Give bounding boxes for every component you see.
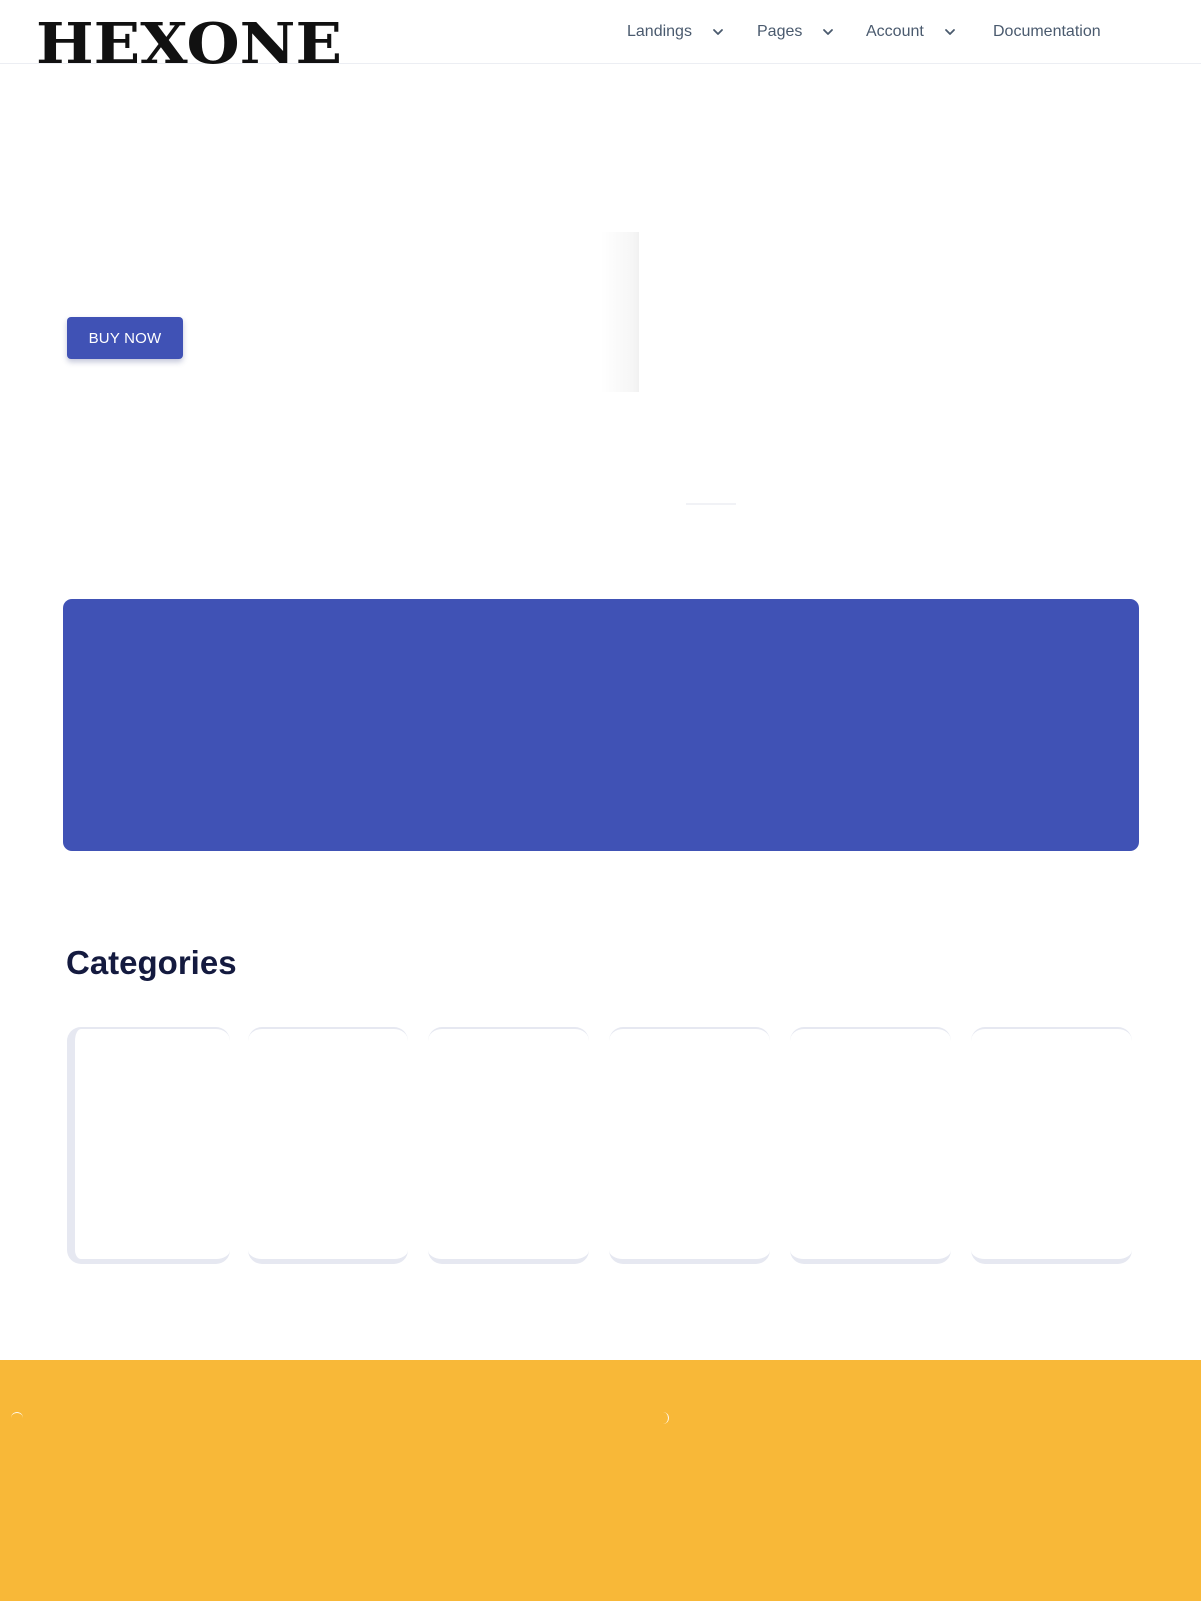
carousel-indicator[interactable] (686, 503, 736, 505)
category-card[interactable] (428, 1027, 589, 1264)
nav-documentation[interactable]: Documentation (993, 0, 1101, 64)
hero-image-shadow (600, 232, 640, 392)
buy-now-button[interactable]: BUY NOW (67, 317, 183, 359)
site-header: HEXONE Landings Pages Account Documentat… (0, 0, 1201, 68)
nav-pages[interactable]: Pages (757, 0, 834, 64)
category-card[interactable] (790, 1027, 951, 1264)
nav-documentation-label: Documentation (993, 23, 1101, 40)
chevron-down-icon (712, 26, 724, 38)
nav-landings-label: Landings (627, 23, 692, 40)
category-card[interactable] (248, 1027, 408, 1264)
loading-spinner-icon (11, 1412, 23, 1424)
nav-account-label: Account (866, 23, 924, 40)
promo-banner (63, 599, 1139, 851)
category-card[interactable] (971, 1027, 1132, 1264)
category-card[interactable] (67, 1027, 230, 1264)
chevron-down-icon (822, 26, 834, 38)
nav-landings[interactable]: Landings (627, 0, 724, 64)
chevron-down-icon (944, 26, 956, 38)
loading-spinner-icon (657, 1412, 669, 1424)
categories-heading: Categories (66, 944, 237, 981)
hexone-logo[interactable]: HEXONE (36, 16, 344, 68)
hero-image (639, 232, 1139, 392)
nav-pages-label: Pages (757, 23, 803, 40)
nav-account[interactable]: Account (866, 0, 956, 64)
category-card[interactable] (609, 1027, 770, 1264)
svg-text:HEXONE: HEXONE (36, 16, 342, 68)
featured-section (0, 1360, 1201, 1601)
